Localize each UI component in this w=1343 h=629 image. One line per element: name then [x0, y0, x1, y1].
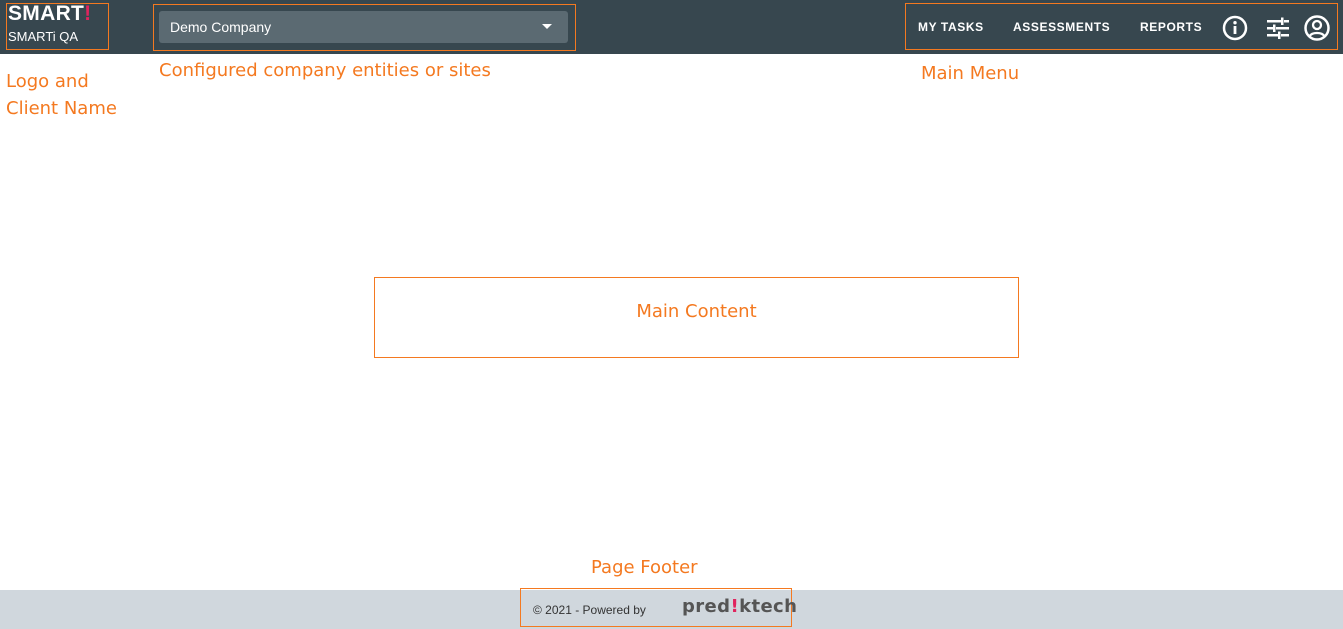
annotation-main-menu: Main Menu	[921, 63, 1020, 84]
logo-mark: !	[84, 2, 92, 25]
brand-prefix: pred	[682, 596, 731, 617]
annotation-logo-client-line2: Client Name	[6, 98, 117, 119]
brand-mark: !	[730, 596, 740, 617]
menu-item-reports[interactable]: REPORTS	[1140, 20, 1202, 34]
menu-item-assessments[interactable]: ASSESSMENTS	[1013, 20, 1110, 34]
annotation-logo-client: Logo and Client Name	[6, 68, 117, 122]
account-circle-icon[interactable]	[1303, 14, 1331, 42]
annotation-page-footer: Page Footer	[591, 557, 698, 578]
annotation-logo-client-line1: Logo and	[6, 71, 89, 92]
page: SMART! SMARTi QA Demo Company MY TASKS A…	[0, 0, 1343, 629]
company-select-value: Demo Company	[170, 19, 272, 35]
chevron-down-icon	[542, 24, 552, 29]
top-app-bar: SMART! SMARTi QA Demo Company MY TASKS A…	[0, 0, 1343, 54]
brand-suffix: ktech	[739, 596, 798, 617]
logo[interactable]: SMART!	[8, 3, 91, 25]
predktech-logo[interactable]: pred!ktech	[682, 596, 797, 617]
footer-copyright: © 2021 - Powered by	[533, 603, 646, 617]
menu-item-my-tasks[interactable]: MY TASKS	[918, 20, 984, 34]
logo-text: SMART	[8, 2, 85, 25]
annotation-company-entities: Configured company entities or sites	[159, 60, 491, 81]
tune-icon[interactable]	[1264, 14, 1292, 42]
main-content-area: Main Content	[374, 277, 1019, 358]
info-icon[interactable]	[1221, 14, 1249, 42]
annotation-main-content: Main Content	[636, 301, 757, 322]
client-name: SMARTi QA	[8, 29, 79, 44]
company-select[interactable]: Demo Company	[159, 11, 568, 43]
